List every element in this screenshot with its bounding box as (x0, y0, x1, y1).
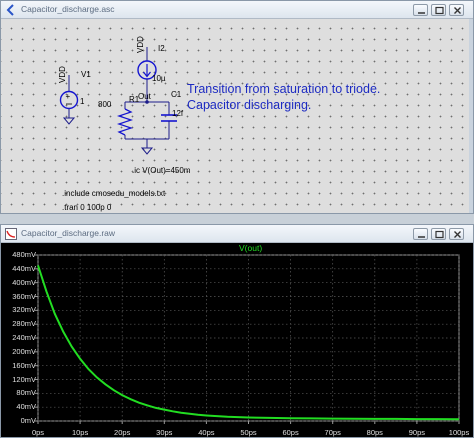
x-tick-label: 90ps (408, 428, 426, 437)
v1-value-label: 1 (80, 97, 85, 106)
y-tick-label: 240mV (12, 333, 36, 342)
minimize-button[interactable] (413, 4, 428, 16)
x-tick-label: 0ps (31, 428, 45, 437)
schematic-drawing: + (59, 47, 177, 155)
x-tick-label: 30ps (156, 428, 173, 437)
maximize-button[interactable] (431, 4, 446, 16)
minimize-icon (418, 12, 425, 14)
v1-name-label: V1 (81, 70, 91, 79)
v1-symbol[interactable]: + (59, 81, 79, 125)
maximize-icon (435, 230, 444, 239)
schematic-scrollbar[interactable] (469, 19, 473, 213)
y-tick-label: 320mV (12, 305, 36, 315)
x-tick-label: 100ps (448, 428, 470, 437)
y-tick-label: 120mV (12, 374, 36, 384)
c1-value-label: 12f (172, 109, 184, 118)
note-line-2[interactable]: Capacitor discharging. (187, 99, 311, 112)
waveform-minimize-button[interactable] (413, 228, 428, 240)
i2-vdd-label: VDD (136, 36, 145, 53)
note-line-1[interactable]: Transition from saturation to triode. (187, 83, 380, 96)
x-tick-label: 60ps (282, 428, 299, 437)
x-tick-label: 10ps (71, 428, 89, 437)
svg-text:+: + (66, 92, 71, 101)
out-net-label: Out (138, 92, 151, 101)
waveform-chart (35, 254, 460, 424)
y-tick-label: 280mV (12, 319, 36, 329)
y-tick-label: 360mV (12, 291, 36, 301)
y-tick-label: 480mV (12, 250, 36, 259)
x-tick-label: 70ps (324, 428, 341, 437)
waveform-plot-area[interactable]: V(out) 0mV 40mV 80mV 120mV 160mV 200mV 240mV 28… (1, 243, 473, 437)
ic-directive[interactable]: .ic V(Out)=450m (132, 167, 190, 175)
waveform-maximize-button[interactable] (431, 228, 446, 240)
i2-value-label: 10µ (152, 74, 166, 83)
close-icon (454, 231, 461, 238)
waveform-window: Capacitor_discharge.raw V(out) 0mV 40mV 80… (0, 224, 474, 438)
waveform-window-title: Capacitor_discharge.raw (21, 228, 116, 238)
y-tick-label: 440mV (12, 263, 36, 273)
x-tick-label: 40ps (198, 428, 215, 437)
waveform-app-icon (5, 228, 17, 240)
x-tick-label: 50ps (240, 428, 257, 437)
i2-name-label: I2 (158, 44, 165, 53)
waveform-close-button[interactable] (449, 228, 464, 240)
schematic-canvas[interactable]: + VDD V1 1 VDD I2 10µ Out R1 800 C1 12f … (1, 19, 471, 213)
minimize-icon (418, 236, 425, 238)
close-button[interactable] (449, 4, 464, 16)
waveform-titlebar: Capacitor_discharge.raw (1, 225, 473, 243)
y-tick-label: 160mV (12, 360, 36, 370)
y-tick-label: 40mV (16, 402, 36, 412)
y-tick-label: 400mV (12, 277, 36, 287)
x-tick-label: 80ps (366, 428, 383, 437)
r1-name-label: R1 (129, 95, 140, 104)
include-directive[interactable]: .include cmosedu_models.txt (62, 190, 165, 198)
v1-vdd-label: VDD (58, 66, 67, 83)
x-tick-label: 20ps (114, 428, 131, 437)
schematic-app-icon (6, 4, 14, 16)
r1-symbol[interactable] (116, 102, 134, 139)
schematic-window-title: Capacitor_discharge.asc (21, 4, 115, 14)
maximize-icon (435, 6, 444, 15)
schematic-window: Capacitor_discharge.asc + VDD V1 1 VDD I… (0, 0, 474, 214)
r1-value-label: 800 (98, 100, 112, 109)
tran-directive[interactable]: .tran 0 100p 0 (62, 204, 111, 212)
c1-name-label: C1 (171, 90, 182, 99)
c1-symbol[interactable] (161, 102, 177, 139)
close-icon (454, 7, 461, 14)
schematic-titlebar: Capacitor_discharge.asc (1, 1, 473, 19)
y-tick-label: 80mV (16, 388, 36, 398)
y-tick-label: 0mV (20, 416, 36, 425)
y-tick-label: 200mV (12, 346, 36, 356)
ground-symbol (125, 138, 169, 155)
